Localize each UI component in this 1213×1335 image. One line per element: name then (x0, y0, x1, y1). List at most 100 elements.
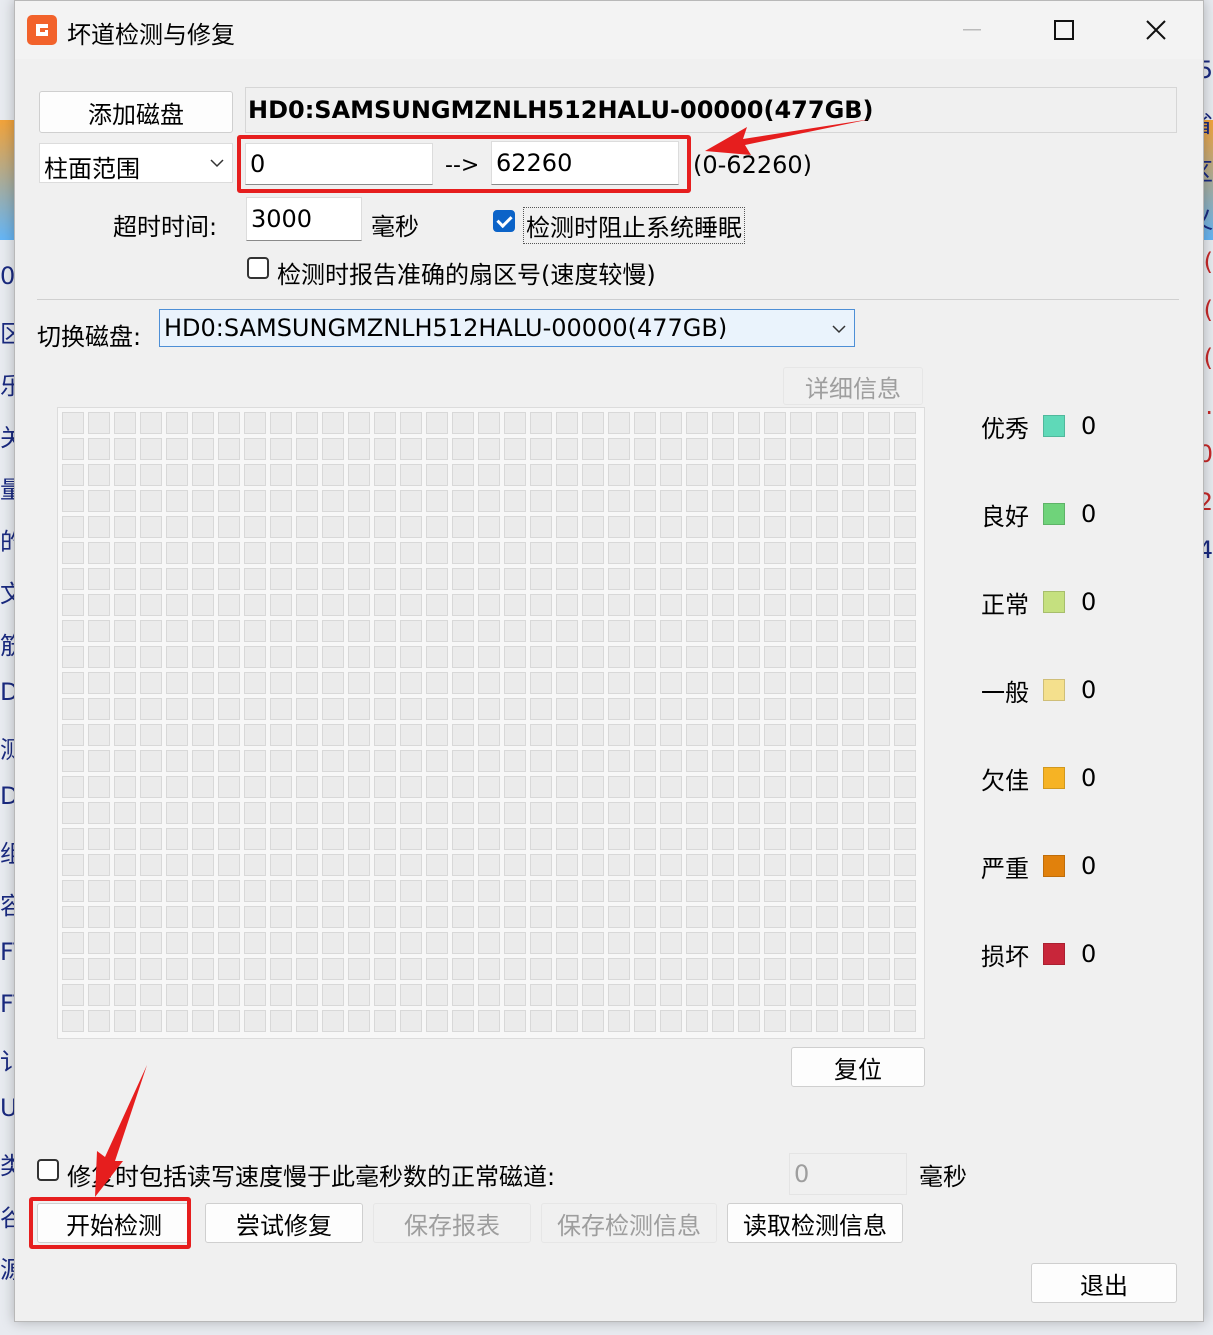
sector-cell (894, 906, 916, 928)
sector-cell (88, 698, 110, 720)
bad-sector-dialog: 坏道检测与修复 添加磁盘 HD0:SAMSUNGMZNLH512HALU-000… (14, 0, 1204, 1322)
sector-cell (296, 698, 318, 720)
sector-cell (738, 854, 760, 876)
reset-button[interactable]: 复位 (791, 1047, 925, 1087)
range-mode-select[interactable]: 柱面范围 (39, 143, 233, 183)
sector-cell (556, 776, 578, 798)
window-title: 坏道检测与修复 (67, 21, 235, 49)
sector-cell (88, 542, 110, 564)
sector-cell (816, 776, 838, 798)
sector-cell (504, 828, 526, 850)
sector-cell (790, 542, 812, 564)
sector-cell (504, 516, 526, 538)
details-button[interactable]: 详细信息 (783, 367, 923, 405)
sector-cell (738, 1010, 760, 1032)
sector-cell (556, 620, 578, 642)
sector-cell (660, 932, 682, 954)
sector-cell (504, 932, 526, 954)
minimize-icon[interactable] (926, 1, 1018, 59)
sector-cell (686, 568, 708, 590)
sector-cell (192, 594, 214, 616)
maximize-icon[interactable] (1018, 1, 1110, 59)
sector-cell (530, 698, 552, 720)
sector-cell (374, 542, 396, 564)
sector-cell (192, 1010, 214, 1032)
sector-cell (712, 854, 734, 876)
sector-cell (452, 724, 474, 746)
sector-cell (114, 568, 136, 590)
sector-cell (426, 984, 448, 1006)
sector-cell (88, 516, 110, 538)
sector-cell (426, 516, 448, 538)
sector-cell (322, 620, 344, 642)
sector-cell (244, 1010, 266, 1032)
sector-cell (478, 672, 500, 694)
sector-cell (62, 568, 84, 590)
sector-grid (60, 410, 918, 1034)
add-disk-button[interactable]: 添加磁盘 (39, 91, 233, 133)
sector-cell (738, 958, 760, 980)
sector-cell (62, 776, 84, 798)
sector-cell (842, 542, 864, 564)
sector-cell (816, 906, 838, 928)
sector-cell (114, 464, 136, 486)
sector-cell (712, 958, 734, 980)
repair-slow-input[interactable]: 0 (789, 1153, 907, 1195)
sector-cell (894, 672, 916, 694)
sector-cell (426, 620, 448, 642)
sector-cell (400, 958, 422, 980)
sector-cell (634, 620, 656, 642)
sector-cell (608, 880, 630, 902)
sector-cell (478, 1010, 500, 1032)
sector-cell (634, 542, 656, 564)
sector-cell (400, 412, 422, 434)
prevent-sleep-label[interactable]: 检测时阻止系统睡眠 (523, 207, 745, 244)
timeout-input[interactable]: 3000 (246, 197, 362, 241)
sector-cell (192, 620, 214, 642)
report-sector-checkbox[interactable] (247, 257, 269, 279)
sector-cell (270, 854, 292, 876)
sector-map (57, 407, 925, 1039)
sector-cell (244, 594, 266, 616)
prevent-sleep-checkbox[interactable] (493, 210, 515, 232)
sector-cell (218, 906, 240, 928)
switch-disk-select[interactable]: HD0:SAMSUNGMZNLH512HALU-00000(477GB) (159, 309, 855, 347)
sector-cell (452, 1010, 474, 1032)
sector-cell (322, 906, 344, 928)
save-report-button[interactable]: 保存报表 (373, 1203, 531, 1243)
load-check-info-button[interactable]: 读取检测信息 (727, 1203, 903, 1243)
sector-cell (270, 464, 292, 486)
sector-cell (712, 464, 734, 486)
try-repair-button[interactable]: 尝试修复 (205, 1203, 363, 1243)
sector-cell (816, 594, 838, 616)
sector-cell (88, 1010, 110, 1032)
sector-cell (218, 880, 240, 902)
sector-cell (842, 672, 864, 694)
repair-slow-checkbox[interactable] (37, 1159, 59, 1181)
sector-cell (790, 750, 812, 772)
close-icon[interactable] (1110, 1, 1202, 59)
exit-button[interactable]: 退出 (1031, 1263, 1177, 1303)
sector-cell (764, 828, 786, 850)
sector-cell (296, 802, 318, 824)
sector-cell (634, 1010, 656, 1032)
report-sector-label[interactable]: 检测时报告准确的扇区号(速度较慢) (277, 255, 656, 290)
save-check-info-button[interactable]: 保存检测信息 (541, 1203, 717, 1243)
sector-cell (166, 802, 188, 824)
sector-cell (400, 698, 422, 720)
sector-cell (764, 750, 786, 772)
sector-cell (244, 516, 266, 538)
sector-cell (686, 698, 708, 720)
sector-cell (166, 750, 188, 772)
sector-cell (452, 412, 474, 434)
sector-cell (608, 906, 630, 928)
sector-cell (244, 672, 266, 694)
sector-cell (738, 412, 760, 434)
sector-cell (868, 750, 890, 772)
sector-cell (556, 464, 578, 486)
sector-cell (452, 958, 474, 980)
sector-cell (660, 438, 682, 460)
sector-cell (608, 568, 630, 590)
sector-cell (816, 698, 838, 720)
sector-cell (556, 672, 578, 694)
